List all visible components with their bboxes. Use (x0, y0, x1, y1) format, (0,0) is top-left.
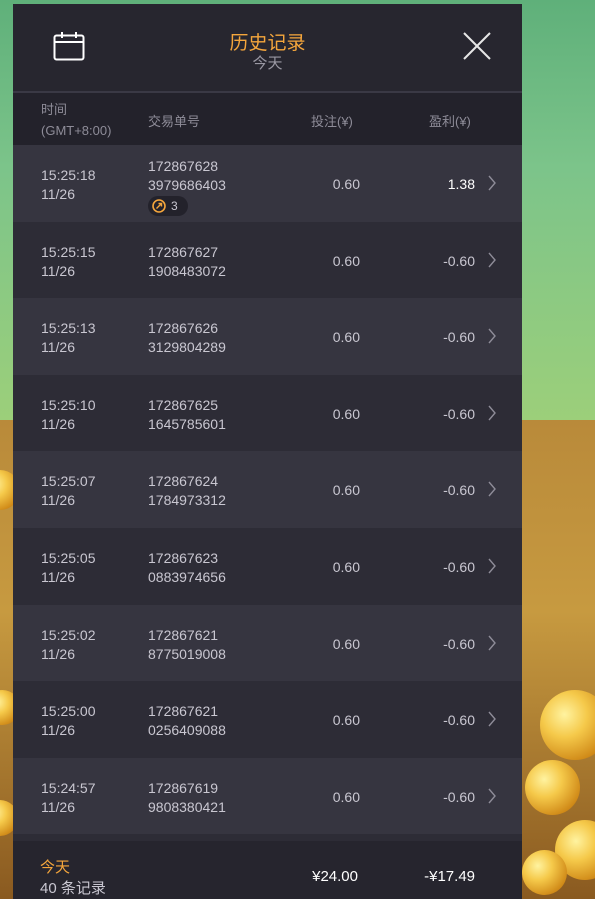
record-bet: 0.60 (332, 482, 360, 499)
history-panel: 历史记录 今天 时间 (GMT+8:00) 交易单号 投注(¥) 盈利(¥) 1… (13, 4, 522, 899)
record-row[interactable]: 15:25:07 11/26 172867624 1784973312 0.60… (13, 451, 522, 528)
record-row[interactable]: 15:24:57 11/26 172867619 9808380421 0.60… (13, 757, 522, 835)
record-bet: 0.60 (332, 712, 360, 729)
record-time: 15:25:18 (41, 167, 96, 183)
total-bet: ¥24.00 (312, 868, 358, 885)
order-number-suffix: 3979686403 (148, 177, 226, 193)
badge-count: 3 (171, 199, 178, 213)
order-number: 172867627 (148, 243, 219, 260)
record-time: 15:25:02 (41, 626, 96, 643)
record-profit: -0.60 (443, 329, 475, 346)
chevron-right-icon (488, 788, 496, 804)
record-date: 11/26 (41, 186, 75, 202)
record-row[interactable]: 15:25:18 11/26 172867628 3979686403 3 0.… (13, 145, 522, 222)
record-row[interactable]: 15:25:10 11/26 172867625 1645785601 0.60… (13, 374, 522, 452)
record-date: 11/26 (41, 339, 75, 356)
record-date: 11/26 (41, 262, 75, 279)
chevron-right-icon (488, 558, 496, 574)
record-row[interactable]: 15:25:15 11/26 172867627 1908483072 0.60… (13, 221, 522, 299)
order-number: 172867619 (148, 779, 219, 796)
period-subtitle: 今天 (252, 55, 283, 72)
timezone-label: (GMT+8:00) (41, 123, 112, 138)
order-number: 172867626 (148, 320, 219, 337)
order-number: 172867628 (148, 158, 219, 174)
record-date: 11/26 (41, 568, 75, 585)
record-bet: 0.60 (332, 788, 360, 805)
gold-coin (522, 850, 567, 895)
record-profit: -0.60 (443, 405, 475, 422)
record-bet: 0.60 (332, 405, 360, 422)
record-profit: -0.60 (443, 788, 475, 805)
order-number: 172867624 (148, 473, 219, 490)
order-number-suffix: 8775019008 (148, 645, 226, 662)
record-time: 15:25:10 (41, 396, 96, 413)
record-date: 11/26 (41, 722, 75, 739)
total-profit: -¥17.49 (424, 868, 475, 885)
order-number-suffix: 0883974656 (148, 568, 226, 585)
record-bet: 0.60 (332, 558, 360, 575)
order-number-suffix: 0256409088 (148, 722, 226, 739)
record-bet: 0.60 (332, 252, 360, 269)
record-profit: -0.60 (443, 712, 475, 729)
order-number-suffix: 1645785601 (148, 415, 226, 432)
record-time: 15:25:07 (41, 473, 96, 490)
order-number-suffix: 9808380421 (148, 798, 226, 815)
record-profit: -0.60 (443, 558, 475, 575)
record-time: 15:24:57 (41, 779, 96, 796)
record-time: 15:25:05 (41, 549, 96, 566)
record-row[interactable]: 15:25:13 11/26 172867626 3129804289 0.60… (13, 298, 522, 375)
record-date: 11/26 (41, 645, 75, 662)
order-number: 172867621 (148, 626, 219, 643)
record-date: 11/26 (41, 492, 75, 509)
record-profit: 1.38 (447, 176, 475, 192)
record-bet: 0.60 (332, 635, 360, 652)
column-header-row: 时间 (GMT+8:00) 交易单号 投注(¥) 盈利(¥) (13, 93, 522, 145)
order-number-suffix: 3129804289 (148, 339, 226, 356)
order-number: 172867625 (148, 396, 219, 413)
chevron-right-icon (488, 328, 496, 344)
order-number-suffix: 1908483072 (148, 262, 226, 279)
chevron-right-icon (488, 481, 496, 497)
record-bet: 0.60 (332, 176, 360, 192)
free-spin-icon (152, 199, 166, 213)
record-time: 15:25:15 (41, 243, 96, 260)
record-time: 15:25:13 (41, 320, 96, 337)
record-row[interactable]: 15:25:02 11/26 172867621 8775019008 0.60… (13, 604, 522, 682)
order-number-suffix: 1784973312 (148, 492, 226, 509)
order-column-header: 交易单号 (148, 114, 201, 129)
summary-period: 今天 (40, 859, 71, 876)
record-time: 15:25:00 (41, 703, 96, 720)
panel-header: 历史记录 今天 (13, 4, 522, 91)
record-date: 11/26 (41, 798, 75, 815)
free-spin-badge[interactable]: 3 (148, 196, 188, 216)
record-profit: -0.60 (443, 635, 475, 652)
record-profit: -0.60 (443, 482, 475, 499)
profit-column-header: 盈利(¥) (429, 114, 471, 129)
records-list: 15:25:18 11/26 172867628 3979686403 3 0.… (13, 145, 522, 835)
chevron-right-icon (488, 405, 496, 421)
record-bet: 0.60 (332, 329, 360, 346)
page-title: 历史记录 (229, 33, 306, 54)
chevron-right-icon (488, 635, 496, 651)
record-row[interactable]: 15:25:00 11/26 172867621 0256409088 0.60… (13, 681, 522, 758)
record-profit: -0.60 (443, 252, 475, 269)
record-date: 11/26 (41, 415, 75, 432)
gold-coin (525, 760, 580, 815)
time-column-header: 时间 (41, 102, 68, 117)
close-icon[interactable] (461, 30, 493, 62)
bet-column-header: 投注(¥) (311, 114, 353, 129)
order-number: 172867623 (148, 549, 219, 566)
record-count: 40 条记录 (40, 880, 106, 897)
order-number: 172867621 (148, 703, 219, 720)
record-row[interactable]: 15:25:05 11/26 172867623 0883974656 0.60… (13, 527, 522, 605)
summary-footer: 今天 40 条记录 ¥24.00 -¥17.49 (13, 841, 522, 899)
chevron-right-icon (488, 252, 496, 268)
chevron-right-icon (488, 711, 496, 727)
chevron-right-icon (488, 175, 496, 191)
